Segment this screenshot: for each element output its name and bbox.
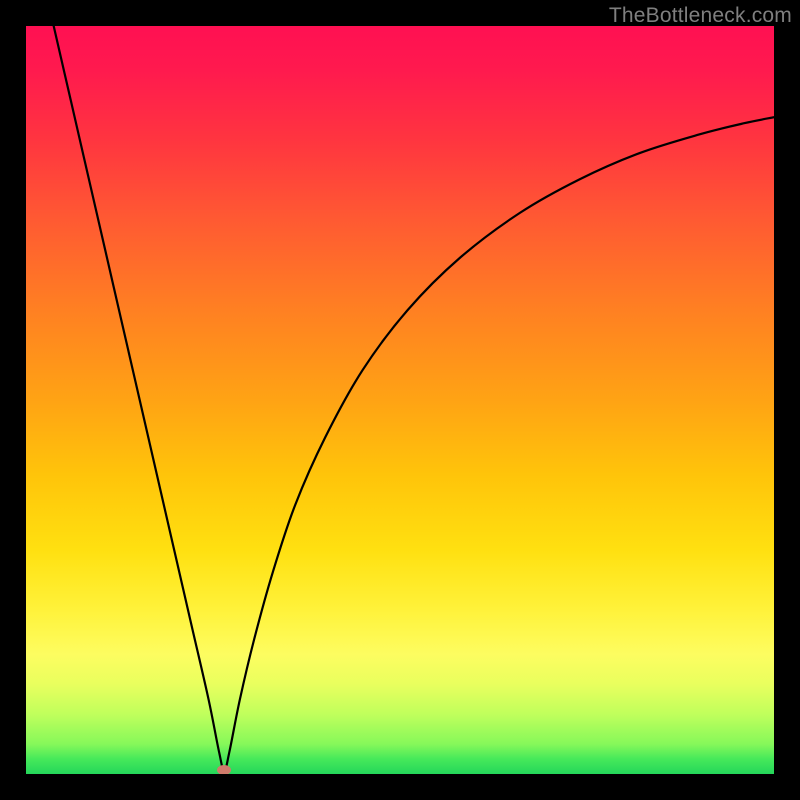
- plot-area: [26, 26, 774, 774]
- bottleneck-curve: [54, 26, 774, 771]
- curve-svg: [26, 26, 774, 774]
- min-marker: [217, 765, 231, 775]
- watermark-text: TheBottleneck.com: [609, 4, 792, 28]
- chart-frame: TheBottleneck.com: [0, 0, 800, 800]
